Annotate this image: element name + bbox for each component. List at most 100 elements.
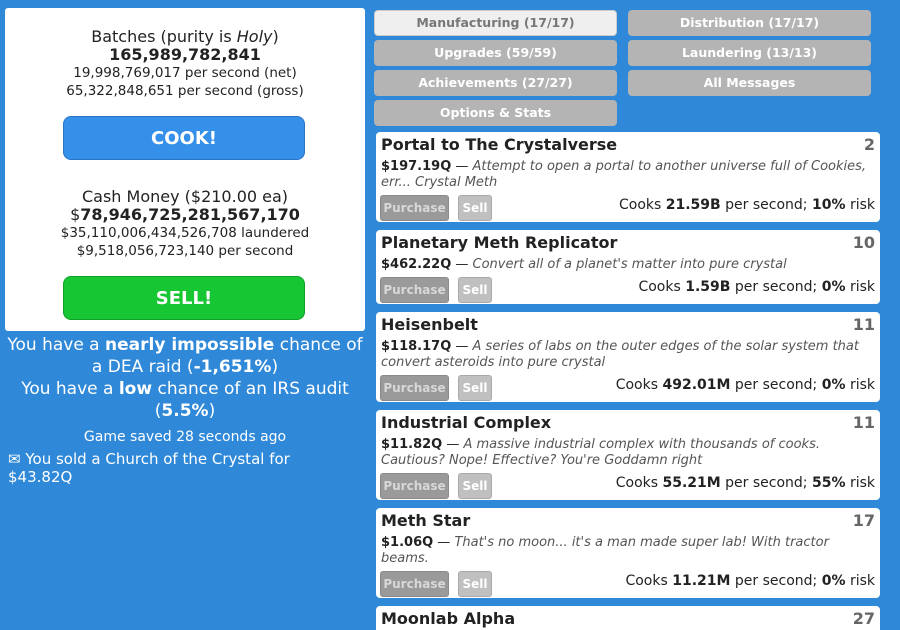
dea-value: -1,651% — [193, 357, 272, 377]
risk-value: 0% — [821, 377, 846, 393]
product-name: Portal to The Crystalverse — [381, 135, 618, 154]
purchase-button[interactable]: Purchase — [380, 473, 449, 499]
rate-mid: per second; — [730, 377, 822, 393]
purchase-button[interactable]: Purchase — [380, 571, 449, 597]
product-price: $462.22Q — [381, 257, 452, 272]
purchase-button[interactable]: Purchase — [380, 375, 449, 401]
tab-laundering[interactable]: Laundering (13/13) — [628, 40, 871, 66]
rate-mid: per second; — [730, 573, 822, 589]
tab-distribution[interactable]: Distribution (17/17) — [628, 10, 871, 36]
product-description: $462.22Q — Convert all of a planet's mat… — [381, 257, 787, 272]
product-price: $11.82Q — [381, 437, 443, 452]
batches-gross-rate: 65,322,848,651 per second (gross) — [66, 83, 304, 99]
product-description: $1.06Q — That's no moon... it's a man ma… — [381, 535, 829, 566]
rate-value: 11.21M — [672, 573, 731, 589]
cash-laundered: $35,110,006,434,526,708 laundered — [60, 225, 310, 241]
product-description: $197.19Q — Attempt to open a portal to a… — [381, 159, 867, 190]
product-card: Heisenbelt 11 $118.17Q — A series of lab… — [376, 312, 880, 402]
batches-block: Batches (purity is Holy) 165,989,782,841… — [5, 28, 365, 100]
tab-manufacturing[interactable]: Manufacturing (17/17) — [374, 10, 617, 36]
product-desc-text: Convert all of a planet's matter into pu… — [472, 257, 787, 272]
product-rate: Cooks 21.59B per second; 10% risk — [619, 197, 875, 213]
latest-message: ✉ You sold a Church of the Crystal for $… — [8, 450, 338, 486]
product-name: Industrial Complex — [381, 413, 552, 432]
product-rate: Cooks 492.01M per second; 0% risk — [616, 377, 875, 393]
purchase-button[interactable]: Purchase — [380, 277, 449, 303]
tab-options-stats[interactable]: Options & Stats — [374, 100, 617, 126]
product-name: Meth Star — [381, 511, 471, 530]
product-desc-text: A massive industrial complex with thousa… — [381, 437, 820, 468]
tab-achievements[interactable]: Achievements (27/27) — [374, 70, 617, 96]
product-name: Moonlab Alpha — [381, 609, 516, 628]
rate-mid: per second; — [720, 197, 812, 213]
product-card: Meth Star 17 $1.06Q — That's no moon... … — [376, 508, 880, 598]
cash-rate: $9,518,056,723,140 per second — [76, 243, 294, 259]
batches-net-rate: 19,998,769,017 per second (net) — [73, 65, 297, 81]
product-card: Industrial Complex 11 $11.82Q — A massiv… — [376, 410, 880, 500]
dea-suffix: ) — [271, 357, 279, 377]
product-description: $118.17Q — A series of labs on the outer… — [381, 339, 859, 370]
product-card: Moonlab Alpha 27 — [376, 606, 880, 630]
risk-suffix: risk — [845, 475, 875, 491]
product-name: Heisenbelt — [381, 315, 478, 334]
risk-suffix: risk — [845, 279, 875, 295]
product-card: Portal to The Crystalverse 2 $197.19Q — … — [376, 132, 880, 222]
rate-prefix: Cooks — [638, 279, 686, 295]
product-description: $11.82Q — A massive industrial complex w… — [381, 437, 820, 468]
dea-risk-line: You have a nearly impossible chance of a… — [5, 334, 365, 378]
tab-upgrades[interactable]: Upgrades (59/59) — [374, 40, 617, 66]
product-price: $1.06Q — [381, 535, 434, 550]
sell-product-button[interactable]: Sell — [458, 473, 492, 499]
message-text: You sold a Church of the Crystal for $43… — [8, 450, 290, 486]
cash-value: 78,946,725,281,567,170 — [80, 205, 300, 224]
sell-product-button[interactable]: Sell — [458, 195, 492, 221]
irs-value: 5.5% — [161, 401, 209, 421]
sell-button[interactable]: SELL! — [63, 276, 305, 320]
purchase-button[interactable]: Purchase — [380, 195, 449, 221]
product-desc-text: Attempt to open a portal to another univ… — [381, 159, 867, 190]
irs-prefix: You have a — [21, 379, 119, 399]
sell-product-button[interactable]: Sell — [458, 277, 492, 303]
risk-value: 0% — [821, 279, 846, 295]
sell-product-button[interactable]: Sell — [458, 571, 492, 597]
rate-value: 492.01M — [662, 377, 731, 393]
cook-button[interactable]: COOK! — [63, 116, 305, 160]
product-rate: Cooks 1.59B per second; 0% risk — [638, 279, 875, 295]
rate-prefix: Cooks — [618, 197, 666, 213]
risk-value: 55% — [811, 475, 846, 491]
rate-value: 21.59B — [665, 197, 721, 213]
risk-value: 10% — [811, 197, 846, 213]
risk-text: You have a nearly impossible chance of a… — [5, 334, 365, 422]
product-count: 17 — [852, 511, 875, 530]
product-count: 11 — [852, 413, 875, 432]
product-count: 11 — [852, 315, 875, 334]
cash-block: Cash Money ($210.00 ea) $78,946,725,281,… — [5, 188, 365, 260]
product-card: Planetary Meth Replicator 10 $462.22Q — … — [376, 230, 880, 304]
product-price: $197.19Q — [381, 159, 452, 174]
batches-purity: Holy — [236, 27, 273, 46]
product-name: Planetary Meth Replicator — [381, 233, 618, 252]
risk-suffix: risk — [845, 197, 875, 213]
risk-value: 0% — [821, 573, 846, 589]
batches-title-suffix: ) — [272, 27, 279, 46]
product-desc-text: That's no moon... it's a man made super … — [381, 535, 829, 566]
risk-suffix: risk — [845, 377, 875, 393]
batches-title: Batches (purity is Holy) — [5, 28, 365, 46]
rate-prefix: Cooks — [625, 573, 673, 589]
batches-title-prefix: Batches (purity is — [91, 27, 237, 46]
rate-prefix: Cooks — [615, 475, 663, 491]
dea-level: nearly impossible — [105, 335, 275, 355]
risk-suffix: risk — [845, 573, 875, 589]
irs-risk-line: You have a low chance of an IRS audit (5… — [5, 378, 365, 422]
tab-all-messages[interactable]: All Messages — [628, 70, 871, 96]
rate-value: 55.21M — [662, 475, 721, 491]
game-saved-status: Game saved 28 seconds ago — [83, 429, 287, 445]
cash-value-line: $78,946,725,281,567,170 — [5, 206, 365, 224]
product-price: $118.17Q — [381, 339, 452, 354]
product-count: 2 — [863, 135, 875, 154]
sell-product-button[interactable]: Sell — [458, 375, 492, 401]
irs-level: low — [118, 379, 153, 399]
batches-value: 165,989,782,841 — [109, 45, 261, 64]
product-count: 10 — [852, 233, 875, 252]
rate-mid: per second; — [720, 475, 812, 491]
